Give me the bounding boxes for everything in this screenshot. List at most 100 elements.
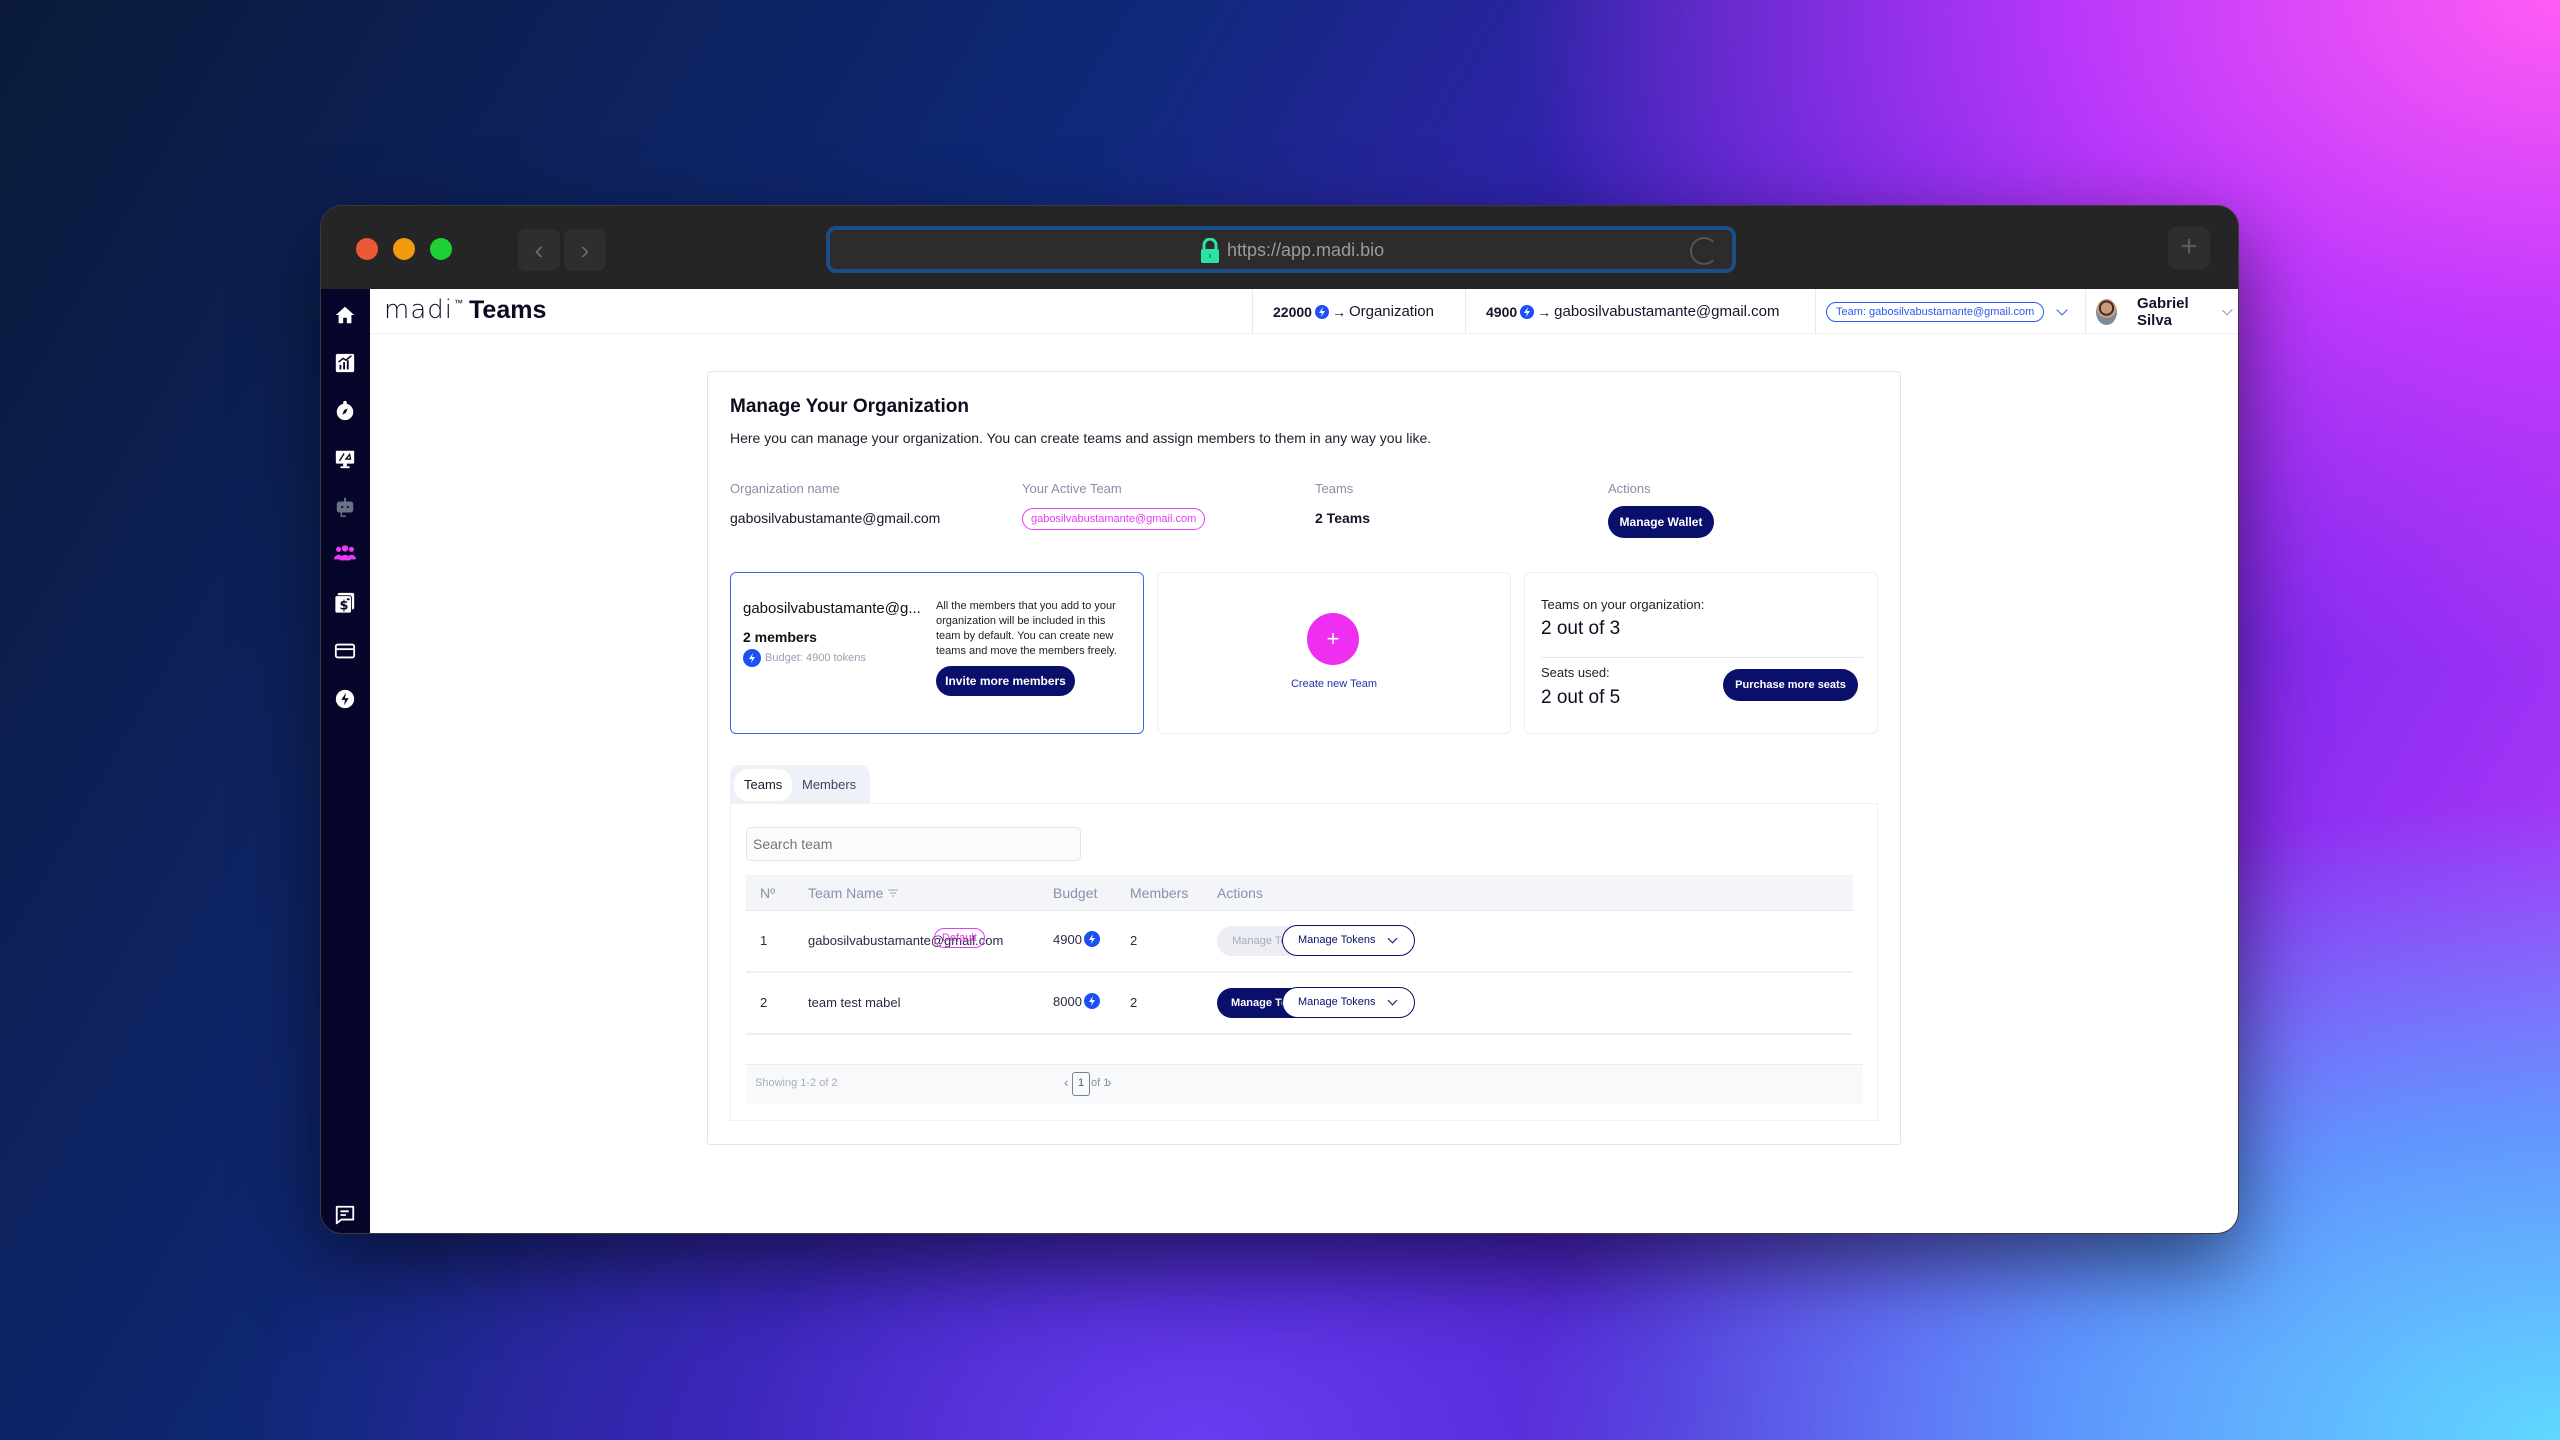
sidebar-item-cards[interactable] bbox=[333, 639, 357, 663]
address-bar[interactable]: https://app.madi.bio bbox=[826, 226, 1736, 273]
logo-trademark: ™ bbox=[454, 298, 463, 308]
active-team-label: Your Active Team bbox=[1022, 481, 1122, 496]
back-button[interactable]: ‹ bbox=[518, 229, 560, 271]
new-tab-button[interactable]: + bbox=[2168, 227, 2210, 269]
team-card-description: All the members that you add to your org… bbox=[936, 600, 1117, 657]
active-team-badge: gabosilvabustamante@gmail.com bbox=[1022, 508, 1206, 530]
row-number: 1 bbox=[760, 933, 768, 948]
minimize-window-button[interactable] bbox=[393, 238, 415, 260]
row-budget: 8000 bbox=[1053, 993, 1100, 1009]
sidebar-item-home[interactable] bbox=[333, 303, 357, 327]
team-label: gabosilvabustamante@gmail.com bbox=[1554, 303, 1780, 320]
arrow-icon: → bbox=[1537, 303, 1552, 320]
sidebar-item-analytics[interactable] bbox=[333, 351, 357, 375]
purchase-seats-button[interactable]: Purchase more seats bbox=[1723, 669, 1858, 701]
col-members: Members bbox=[1130, 885, 1189, 901]
bolt-icon bbox=[1083, 931, 1100, 947]
chevron-down-icon[interactable] bbox=[2222, 304, 2233, 315]
search-team-input[interactable] bbox=[746, 827, 1081, 861]
home-icon bbox=[335, 306, 355, 324]
org-label: Organization bbox=[1348, 303, 1434, 320]
bolt-icon bbox=[1314, 304, 1329, 319]
bolt-icon bbox=[1520, 304, 1535, 319]
row-members: 2 bbox=[1130, 995, 1138, 1010]
showing-count: Showing 1-2 of 2 bbox=[755, 1077, 838, 1089]
team-selector-pill[interactable]: Team: gabosilvabustamante@gmail.com bbox=[1826, 301, 2045, 322]
manage-tokens-dropdown[interactable]: Manage Tokens bbox=[1282, 925, 1415, 956]
sidebar-item-feedback[interactable] bbox=[333, 1203, 357, 1227]
next-page-button[interactable]: › bbox=[1107, 1074, 1112, 1090]
forward-button[interactable]: › bbox=[564, 229, 606, 271]
chevron-down-icon bbox=[1387, 933, 1398, 944]
row-budget-value: 4900 bbox=[1053, 931, 1082, 947]
col-number: Nº bbox=[760, 885, 776, 901]
madi-logo[interactable]: madi ™ Teams bbox=[384, 295, 546, 325]
maximize-window-button[interactable] bbox=[430, 238, 452, 260]
row-team-name: team test mabel bbox=[808, 995, 901, 1010]
sidebar-item-teams[interactable] bbox=[333, 541, 357, 565]
bolt-icon bbox=[1083, 993, 1100, 1009]
org-token-balance: 22000 → Organization bbox=[1252, 289, 1465, 334]
teams-label: Teams bbox=[1315, 481, 1354, 496]
user-menu[interactable]: Gabriel Silva bbox=[2085, 289, 2238, 334]
organization-title: Manage Your Organization bbox=[730, 396, 969, 417]
svg-text:$: $ bbox=[340, 598, 349, 613]
dollar-wallet-icon: $ bbox=[334, 592, 355, 614]
team-card-name: gabosilvabustamante@g... bbox=[743, 600, 921, 617]
row-number: 2 bbox=[760, 995, 768, 1010]
team-selector[interactable]: Team: gabosilvabustamante@gmail.com bbox=[1815, 289, 2085, 334]
default-team-card: gabosilvabustamante@g... 2 members Budge… bbox=[730, 572, 1144, 734]
invite-members-button[interactable]: Invite more members bbox=[936, 666, 1075, 696]
logo-text: madi bbox=[384, 295, 453, 325]
stats-divider bbox=[1541, 657, 1863, 658]
sidebar-item-tokens[interactable] bbox=[333, 687, 357, 711]
tab-teams[interactable]: Teams bbox=[734, 769, 793, 801]
user-name: Gabriel Silva bbox=[2136, 294, 2189, 329]
table-row: 1 gabosilvabustamante@gmail.com Default … bbox=[746, 911, 1853, 973]
org-name-value: gabosilvabustamante@gmail.com bbox=[730, 510, 941, 526]
bolt-icon bbox=[335, 689, 355, 709]
sidebar-item-billing[interactable]: $ bbox=[333, 591, 357, 615]
manage-tokens-dropdown[interactable]: Manage Tokens bbox=[1282, 987, 1415, 1018]
robot-icon bbox=[336, 497, 354, 517]
tab-members[interactable]: Members bbox=[792, 769, 866, 801]
page-input[interactable]: 1 bbox=[1072, 1072, 1090, 1096]
url-text: https://app.madi.bio bbox=[1227, 240, 1385, 260]
bolt-icon bbox=[743, 649, 761, 667]
col-actions: Actions bbox=[1217, 885, 1263, 901]
col-team-name[interactable]: Team Name bbox=[808, 885, 899, 901]
avatar[interactable] bbox=[2096, 298, 2117, 325]
manage-tokens-label: Manage Tokens bbox=[1298, 996, 1376, 1008]
filter-icon[interactable] bbox=[888, 889, 899, 897]
table-header: Nº Team Name Budget Members Actions bbox=[746, 875, 1853, 911]
lock-icon bbox=[1201, 238, 1219, 263]
chat-icon bbox=[335, 1205, 355, 1225]
teams-on-org-value: 2 out of 3 bbox=[1541, 618, 1621, 639]
sidebar-item-explore[interactable] bbox=[333, 399, 357, 423]
close-window-button[interactable] bbox=[356, 238, 378, 260]
create-team-label[interactable]: Create new Team bbox=[1158, 678, 1510, 690]
col-budget: Budget bbox=[1053, 885, 1098, 901]
chevron-down-icon[interactable] bbox=[2056, 303, 2068, 316]
plus-icon: + bbox=[2180, 230, 2198, 263]
organization-stats-card: Teams on your organization: 2 out of 3 S… bbox=[1524, 572, 1878, 734]
create-team-card[interactable]: + Create new Team bbox=[1157, 572, 1511, 734]
manage-wallet-button[interactable]: Manage Wallet bbox=[1608, 506, 1714, 538]
app-content: madi ™ Teams 22000 → Organization 4900 →… bbox=[370, 289, 2238, 1233]
sidebar-item-bot[interactable] bbox=[333, 495, 357, 519]
col-team-name-label: Team Name bbox=[808, 885, 884, 901]
team-token-balance: 4900 → gabosilvabustamante@gmail.com bbox=[1465, 289, 1815, 334]
teams-count: 2 Teams bbox=[1315, 510, 1370, 526]
chevron-down-icon bbox=[1387, 995, 1398, 1006]
organization-subtitle: Here you can manage your organization. Y… bbox=[730, 430, 1432, 446]
manage-organization-card: Manage Your Organization Here you can ma… bbox=[707, 371, 1901, 1145]
reload-icon[interactable] bbox=[1690, 237, 1718, 265]
sidebar: $ bbox=[321, 289, 370, 1233]
org-token-count: 22000 bbox=[1273, 303, 1312, 320]
sidebar-item-presentation[interactable] bbox=[333, 447, 357, 471]
top-bar: madi ™ Teams 22000 → Organization 4900 →… bbox=[370, 289, 2238, 334]
default-badge: Default bbox=[934, 928, 985, 948]
create-team-plus-button[interactable]: + bbox=[1307, 613, 1359, 665]
prev-page-button[interactable]: ‹ bbox=[1064, 1074, 1069, 1090]
tabs: Teams Members bbox=[730, 765, 870, 805]
